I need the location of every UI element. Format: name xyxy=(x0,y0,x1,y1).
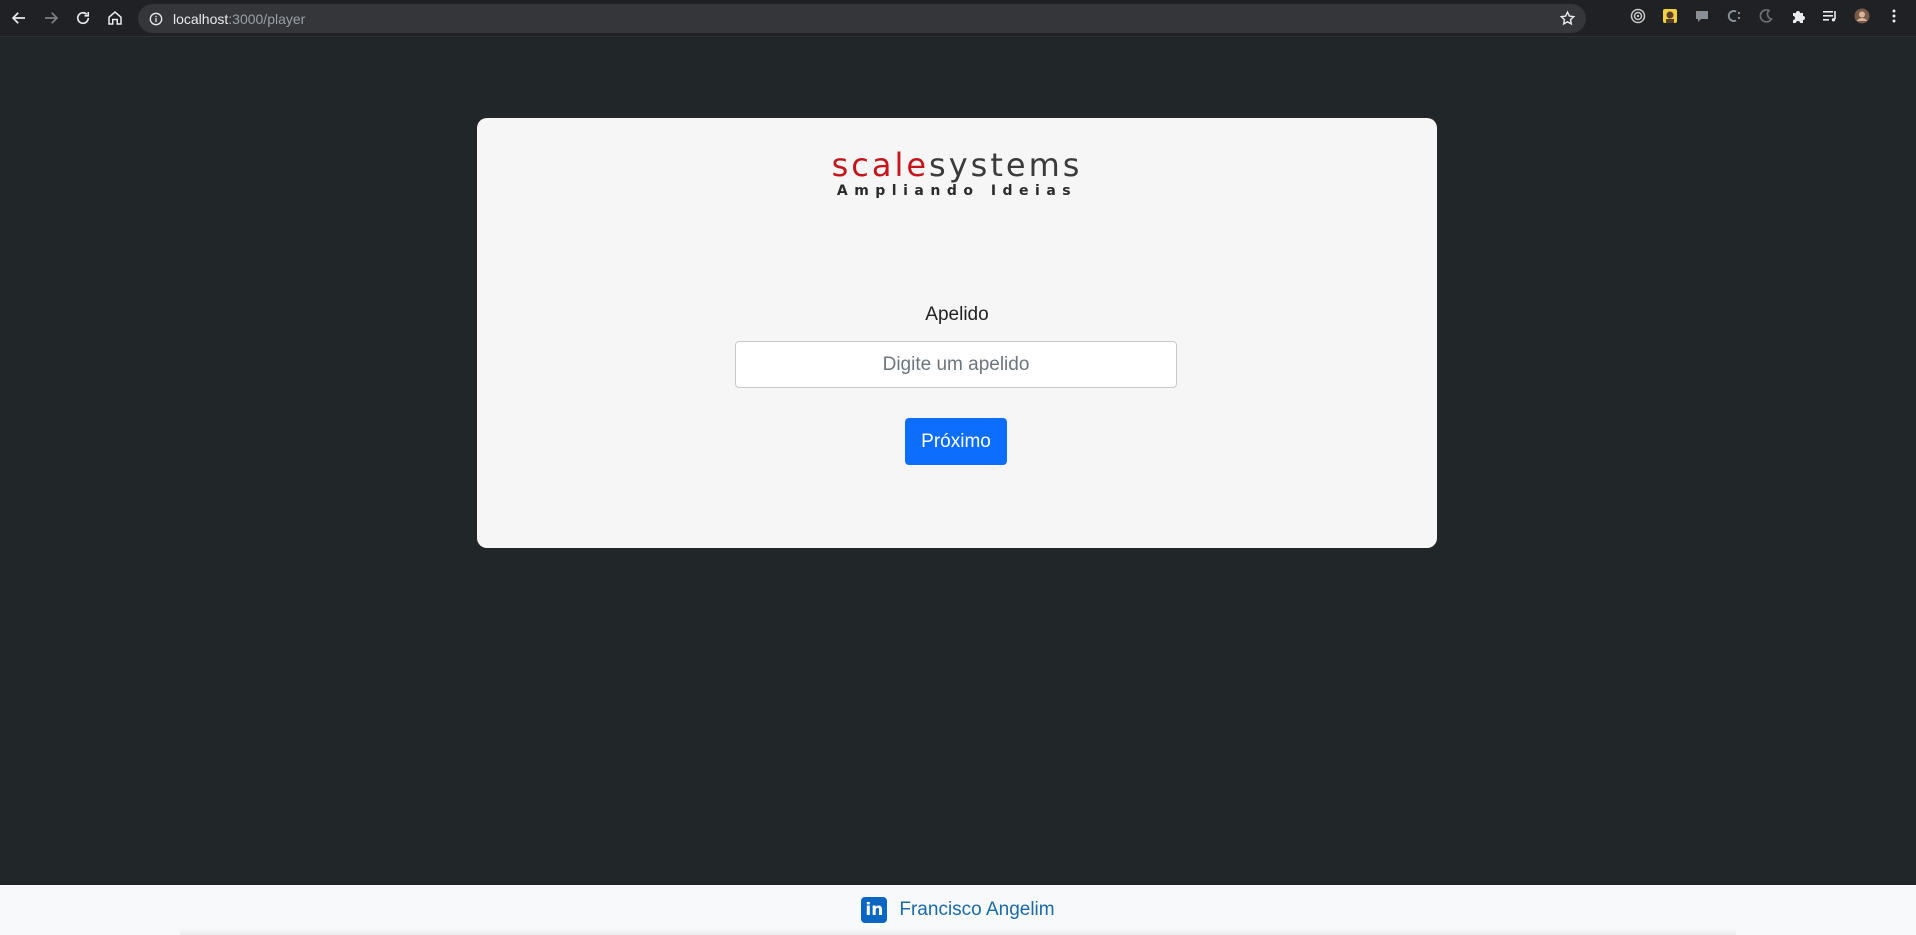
nickname-input[interactable] xyxy=(735,341,1177,388)
footer-shadow xyxy=(180,929,1736,935)
nickname-label: Apelido xyxy=(925,304,989,325)
logo-tagline: Ampliando Ideias xyxy=(836,183,1078,199)
back-button[interactable] xyxy=(5,4,33,32)
forward-arrow-icon xyxy=(45,12,59,24)
logo-wordmark: scalesystems xyxy=(477,148,1437,182)
address-bar[interactable]: localhost:3000/player xyxy=(138,4,1586,33)
url-path: :3000/player xyxy=(228,10,306,27)
reading-list-icon[interactable] xyxy=(1820,6,1840,26)
profile-avatar-icon[interactable] xyxy=(1852,6,1872,26)
url-host: localhost xyxy=(173,10,229,27)
target-extension-icon[interactable] xyxy=(1628,6,1648,26)
linkedin-icon: in xyxy=(861,897,888,923)
chat-extension-icon[interactable] xyxy=(1692,6,1712,26)
moon-extension-icon[interactable] xyxy=(1756,6,1776,26)
reload-button[interactable] xyxy=(69,4,97,32)
next-button[interactable]: Próximo xyxy=(905,418,1007,465)
puzzle-extensions-icon[interactable] xyxy=(1788,6,1808,26)
star-icon[interactable] xyxy=(1559,10,1576,27)
footer: in Francisco Angelim xyxy=(0,885,1916,935)
scalesystems-logo: scalesystems Ampliando Ideias xyxy=(477,148,1437,199)
kebab-menu-icon[interactable] xyxy=(1884,6,1904,26)
url-text: localhost:3000/player xyxy=(173,11,305,27)
home-button[interactable] xyxy=(101,4,129,32)
browser-toolbar: localhost:3000/player xyxy=(0,0,1916,37)
forward-button[interactable] xyxy=(37,4,65,32)
linkedin-link[interactable]: in Francisco Angelim xyxy=(861,897,1055,923)
linkedin-link-text: Francisco Angelim xyxy=(899,899,1055,920)
info-icon[interactable] xyxy=(148,11,164,27)
extensions-tray xyxy=(1628,6,1916,26)
logo-systems-text: systems xyxy=(929,146,1083,184)
avatar-extension-icon[interactable] xyxy=(1660,6,1680,26)
reload-icon xyxy=(76,11,90,25)
logo-scale-text: scale xyxy=(831,146,930,184)
back-arrow-icon xyxy=(11,12,25,24)
home-icon xyxy=(108,11,122,25)
c-extension-icon[interactable] xyxy=(1724,6,1744,26)
player-card: scalesystems Ampliando Ideias Apelido Pr… xyxy=(477,118,1437,548)
